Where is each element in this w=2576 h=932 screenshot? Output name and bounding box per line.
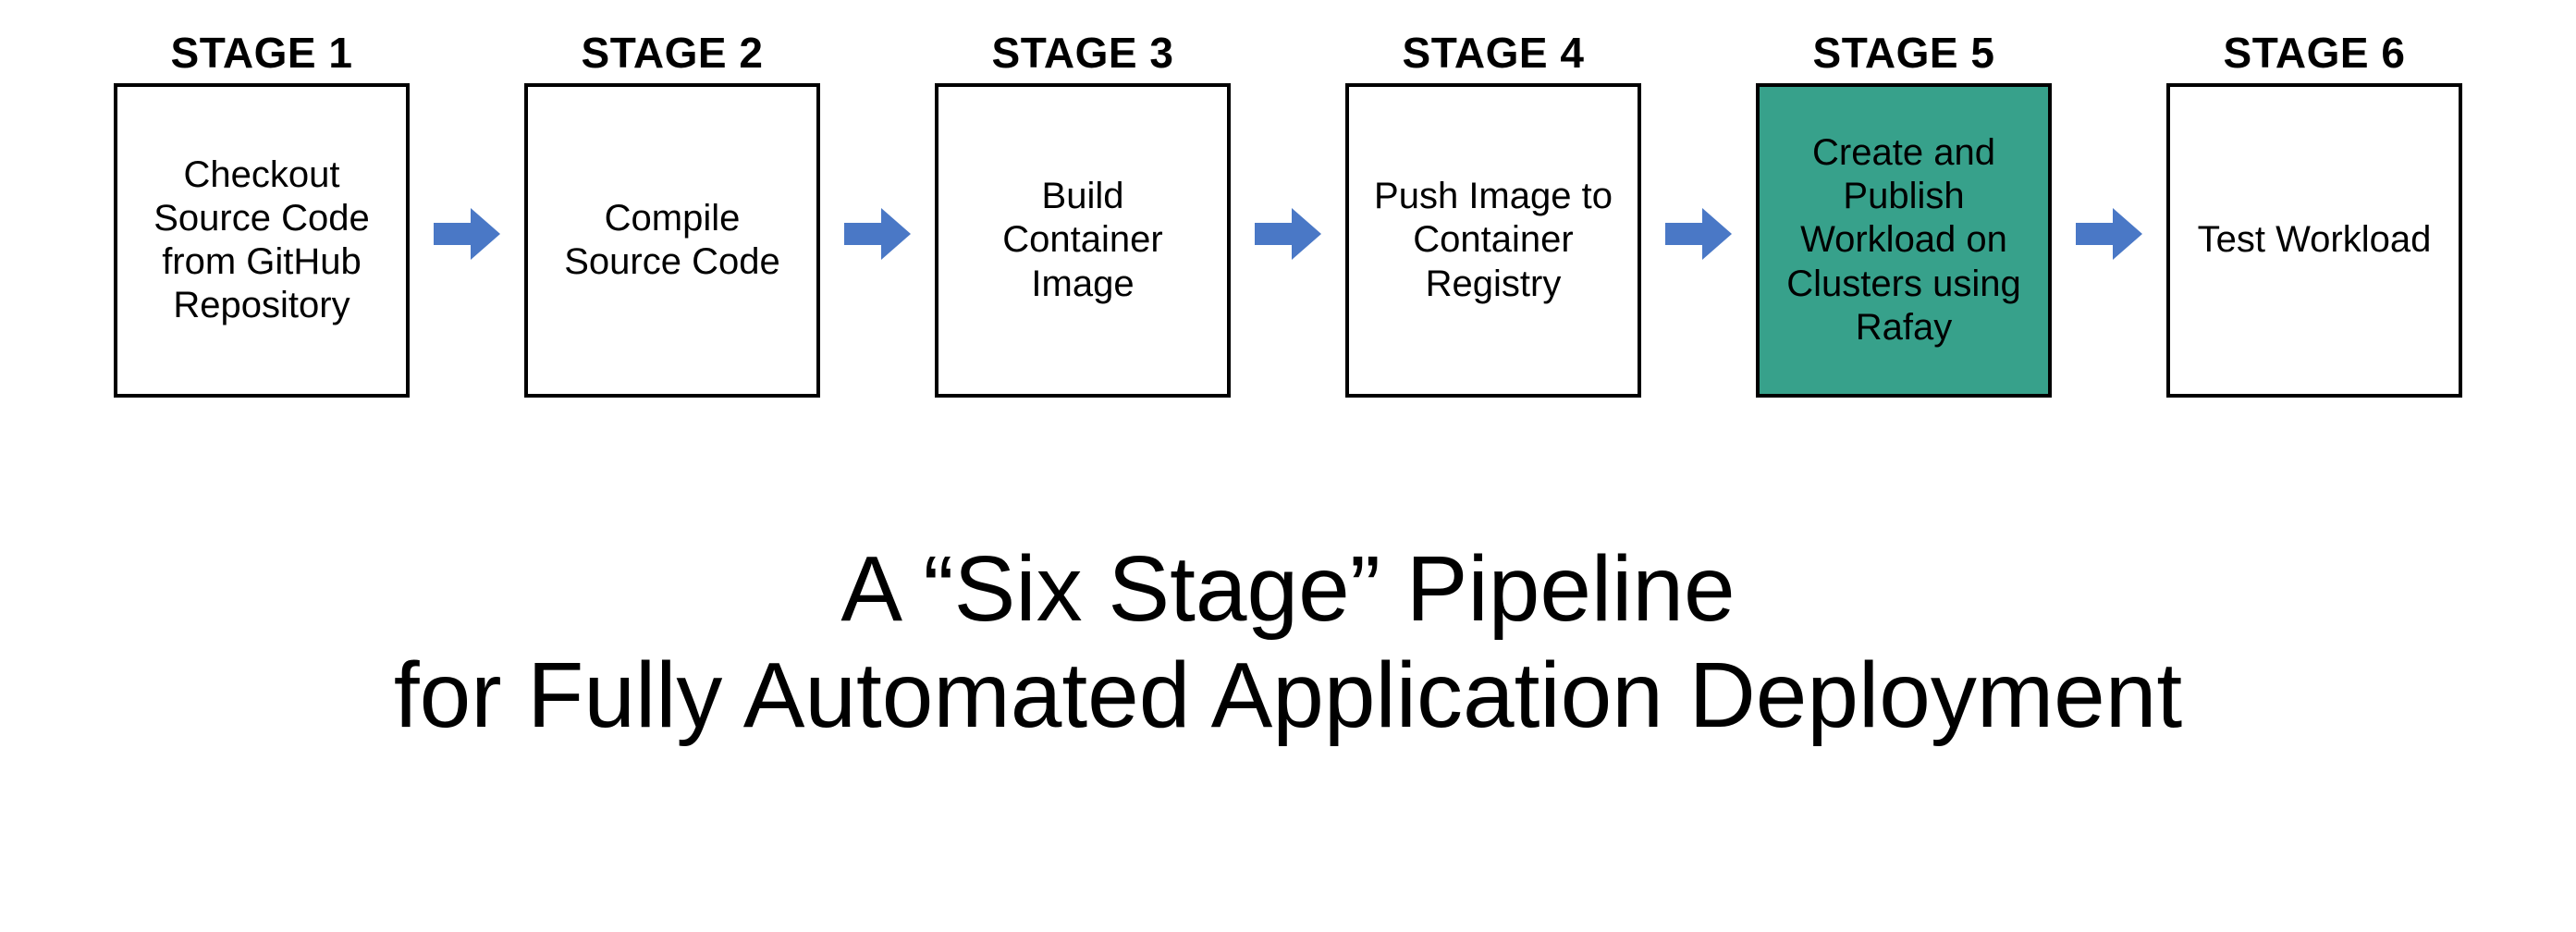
diagram-canvas: STAGE 1 Checkout Source Code from GitHub… — [0, 0, 2576, 932]
pipeline-row: STAGE 1 Checkout Source Code from GitHub… — [0, 28, 2576, 398]
stage-5-header: STAGE 5 — [1813, 28, 1995, 78]
stage-6-header: STAGE 6 — [2224, 28, 2406, 78]
stage-4-box: Push Image to Container Registry — [1345, 83, 1641, 398]
stage-6-desc: Test Workload — [2198, 218, 2432, 262]
stage-1-desc: Checkout Source Code from GitHub Reposit… — [140, 153, 384, 328]
stage-5-box: Create and Publish Workload on Clusters … — [1756, 83, 2052, 398]
stage-5: STAGE 5 Create and Publish Workload on C… — [1756, 28, 2052, 398]
caption-line-2: for Fully Automated Application Deployme… — [0, 643, 2576, 749]
stage-1-box: Checkout Source Code from GitHub Reposit… — [114, 83, 410, 398]
arrow-right-icon — [840, 154, 914, 271]
diagram-caption: A “Six Stage” Pipeline for Fully Automat… — [0, 536, 2576, 749]
stage-4-header: STAGE 4 — [1403, 28, 1585, 78]
stage-4: STAGE 4 Push Image to Container Registry — [1345, 28, 1641, 398]
arrow-right-icon — [1251, 154, 1325, 271]
arrow-right-icon — [430, 154, 504, 271]
stage-2-desc: Compile Source Code — [550, 197, 794, 284]
caption-line-1: A “Six Stage” Pipeline — [0, 536, 2576, 643]
stage-1-header: STAGE 1 — [171, 28, 353, 78]
stage-5-desc: Create and Publish Workload on Clusters … — [1782, 131, 2026, 350]
stage-1: STAGE 1 Checkout Source Code from GitHub… — [114, 28, 410, 398]
stage-2: STAGE 2 Compile Source Code — [524, 28, 820, 398]
stage-6: STAGE 6 Test Workload — [2166, 28, 2462, 398]
stage-6-box: Test Workload — [2166, 83, 2462, 398]
stage-4-desc: Push Image to Container Registry — [1371, 175, 1615, 306]
stage-3-header: STAGE 3 — [992, 28, 1174, 78]
stage-3-box: Build Container Image — [935, 83, 1231, 398]
arrow-right-icon — [1662, 154, 1736, 271]
stage-3: STAGE 3 Build Container Image — [935, 28, 1231, 398]
stage-2-header: STAGE 2 — [582, 28, 764, 78]
stage-3-desc: Build Container Image — [961, 175, 1205, 306]
stage-2-box: Compile Source Code — [524, 83, 820, 398]
arrow-right-icon — [2072, 154, 2146, 271]
